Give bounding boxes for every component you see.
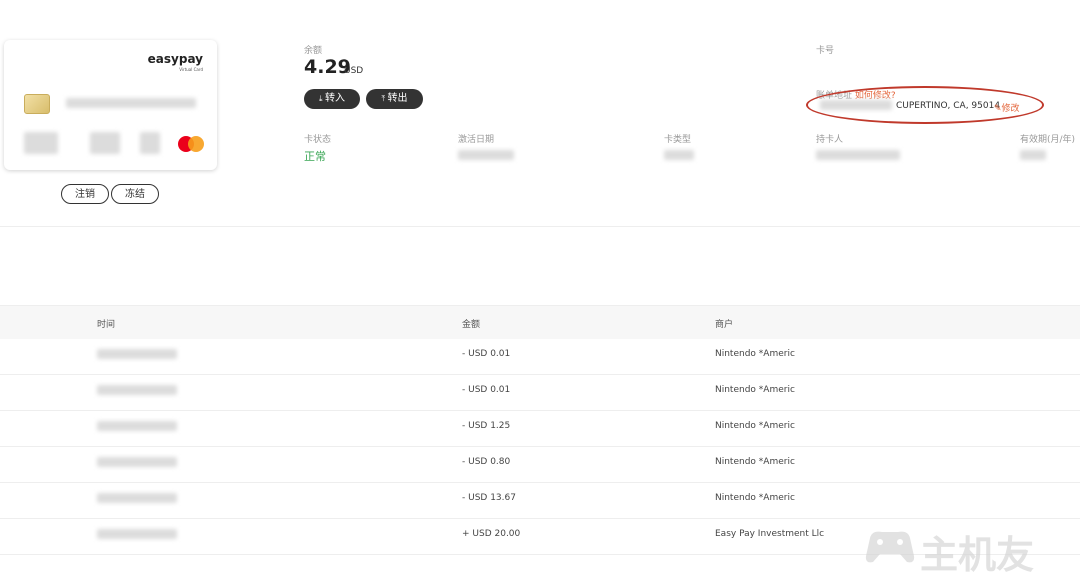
row-amount: - USD 0.01 xyxy=(462,385,511,395)
card-cvv-masked xyxy=(90,132,120,154)
status-value: 正常 xyxy=(304,150,326,163)
balance-currency: USD xyxy=(344,66,364,76)
table-row[interactable]: - USD 0.01 Nintendo *Americ xyxy=(0,338,1080,375)
row-merchant: Nintendo *Americ xyxy=(715,421,795,431)
header-amount: 金额 xyxy=(462,320,481,330)
row-merchant: Nintendo *Americ xyxy=(715,349,795,359)
expiry-label: 有效期(月/年) xyxy=(1020,135,1076,145)
row-amount: - USD 0.01 xyxy=(462,349,511,359)
header-time: 时间 xyxy=(97,320,116,330)
gamepad-watermark-icon xyxy=(865,531,915,563)
table-row[interactable]: - USD 0.80 Nintendo *Americ xyxy=(0,446,1080,483)
card-type-masked xyxy=(664,150,694,160)
mastercard-icon xyxy=(178,136,206,152)
highlight-ring xyxy=(806,86,1044,124)
section-divider xyxy=(0,226,1080,227)
row-amount: - USD 13.67 xyxy=(462,493,516,503)
row-merchant: Nintendo *Americ xyxy=(715,493,795,503)
holder-label: 持卡人 xyxy=(816,135,844,145)
row-time-masked xyxy=(97,493,177,503)
withdraw-label: 转出 xyxy=(387,93,408,104)
card-brand-logo: easypay xyxy=(147,52,203,66)
row-amount: - USD 1.25 xyxy=(462,421,511,431)
status-label: 卡状态 xyxy=(304,135,332,145)
card-expiry-masked xyxy=(24,132,58,154)
row-time-masked xyxy=(97,385,177,395)
deposit-button[interactable]: ⤓ 转入 xyxy=(304,89,360,109)
card-chip-icon xyxy=(24,94,50,114)
row-time-masked xyxy=(97,421,177,431)
row-merchant: Nintendo *Americ xyxy=(715,385,795,395)
cancel-card-button[interactable]: 注销 xyxy=(61,184,109,204)
withdraw-button[interactable]: ⤒ 转出 xyxy=(366,89,423,109)
table-row[interactable]: - USD 0.01 Nintendo *Americ xyxy=(0,374,1080,411)
row-merchant: Nintendo *Americ xyxy=(715,457,795,467)
row-time-masked xyxy=(97,529,177,539)
card-extra-masked xyxy=(140,132,160,154)
table-row[interactable]: - USD 13.67 Nintendo *Americ xyxy=(0,482,1080,519)
transactions-table-header: 时间 金额 商户 xyxy=(0,305,1080,339)
row-time-masked xyxy=(97,349,177,359)
open-date-label: 激活日期 xyxy=(458,135,495,145)
open-date-masked xyxy=(458,150,514,160)
card-number-label: 卡号 xyxy=(816,46,835,56)
freeze-card-button[interactable]: 冻结 xyxy=(111,184,159,204)
table-row[interactable]: - USD 1.25 Nintendo *Americ xyxy=(0,410,1080,447)
card-subtitle: Virtual Card xyxy=(179,67,203,72)
expiry-masked xyxy=(1020,150,1046,160)
card-number-masked xyxy=(66,98,196,108)
row-merchant: Easy Pay Investment Llc xyxy=(715,529,825,539)
deposit-label: 转入 xyxy=(325,93,346,104)
balance-label: 余额 xyxy=(304,46,323,56)
holder-masked xyxy=(816,150,900,160)
row-amount: - USD 0.80 xyxy=(462,457,511,467)
row-time-masked xyxy=(97,457,177,467)
virtual-card: easypay Virtual Card xyxy=(4,40,217,170)
watermark-text: 主机友 xyxy=(920,533,1035,577)
table-row[interactable]: + USD 20.00 Easy Pay Investment Llc xyxy=(0,518,1080,555)
header-merchant: 商户 xyxy=(715,320,734,330)
card-type-label: 卡类型 xyxy=(664,135,692,145)
row-amount: + USD 20.00 xyxy=(462,529,521,539)
